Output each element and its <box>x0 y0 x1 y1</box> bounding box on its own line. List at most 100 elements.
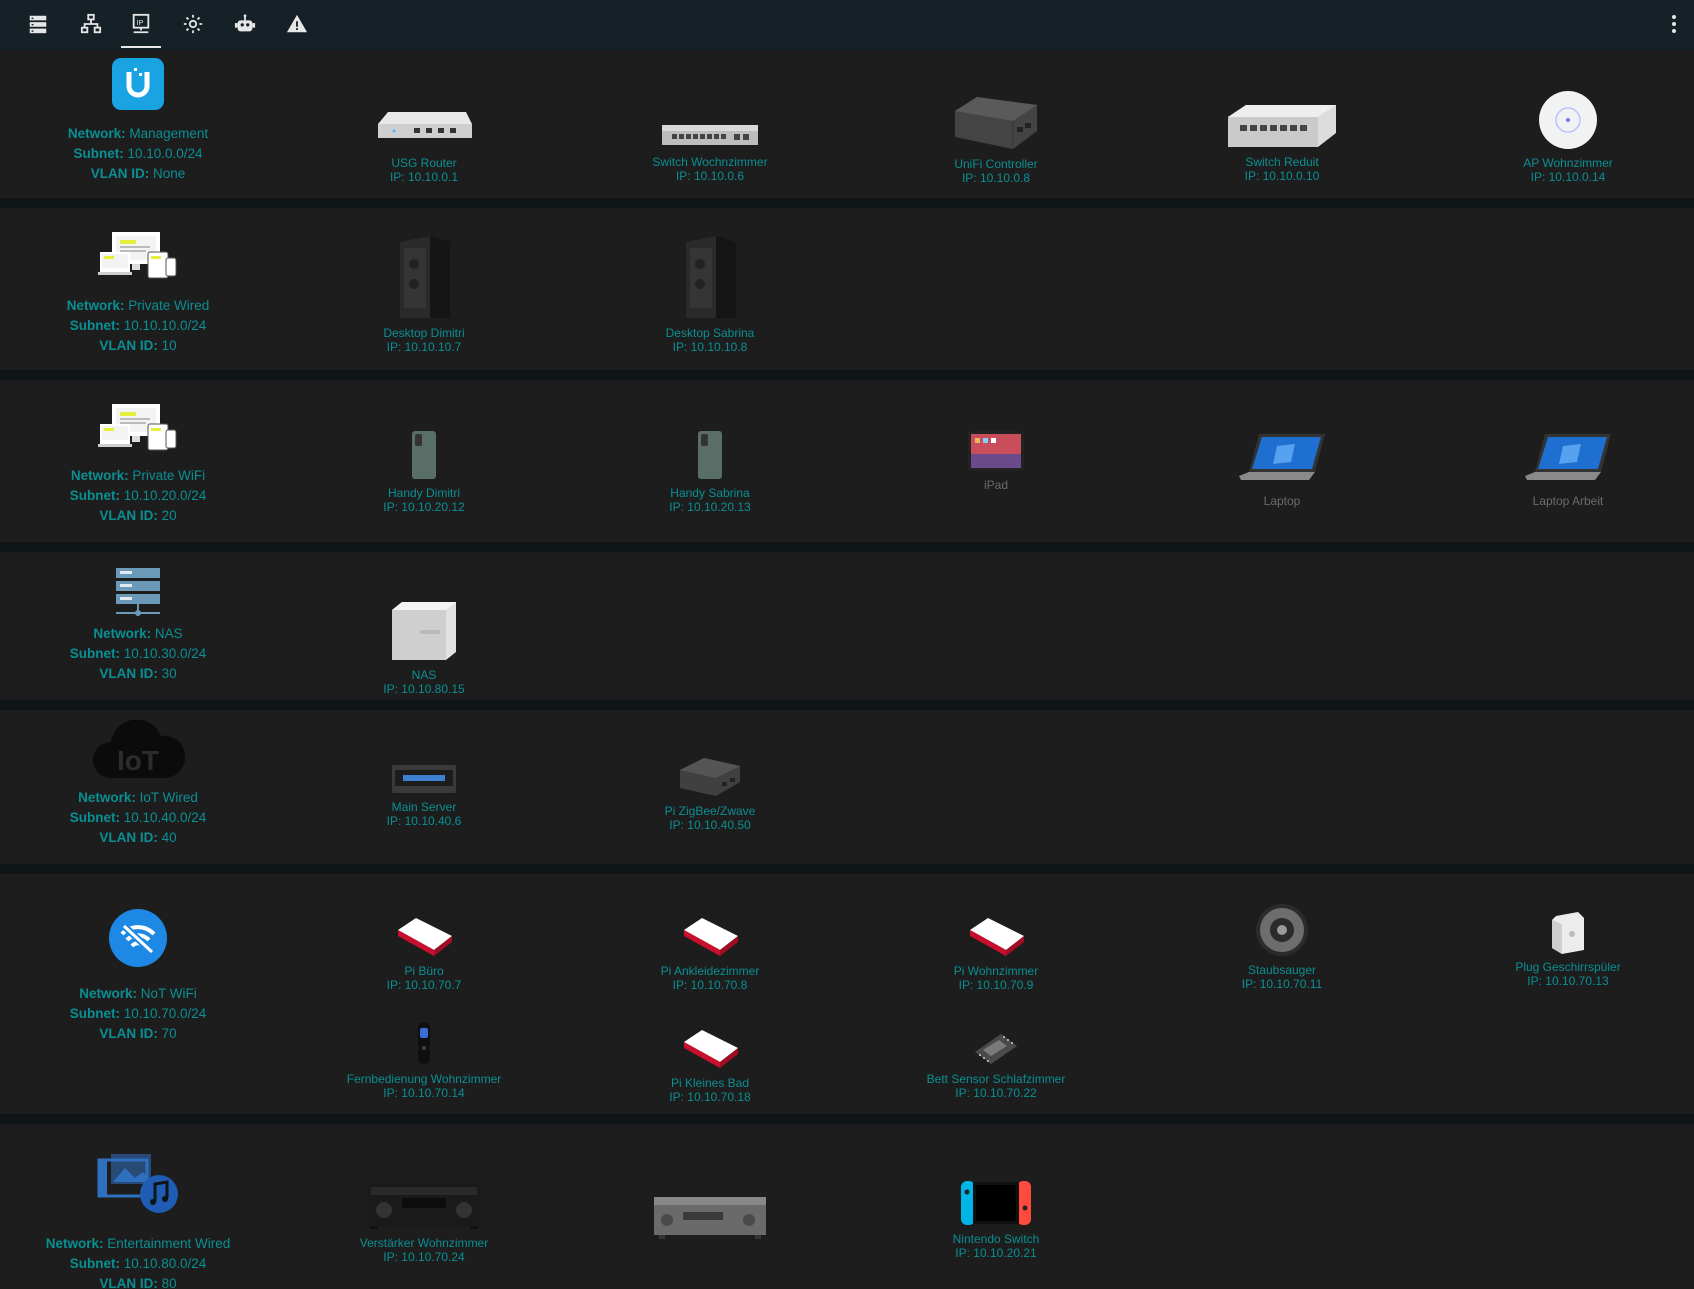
network-name: NAS <box>154 626 183 641</box>
device-ap-wohnzimmer[interactable]: AP Wohnzimmer IP: 10.10.0.14 <box>1425 66 1694 184</box>
device-ip: IP: 10.10.0.14 <box>1530 170 1606 184</box>
network-vlan: None <box>152 166 186 181</box>
device-fernbedienung-wohnzimmer[interactable]: Fernbedienung Wohnzimmer IP: 10.10.70.14 <box>281 1014 567 1100</box>
warning-icon[interactable] <box>277 8 317 40</box>
controller-box-icon <box>853 72 1139 151</box>
device-ip: IP: 10.10.40.50 <box>669 818 751 832</box>
network-row-management: Network: Management Subnet: 10.10.0.0/24… <box>0 50 1694 198</box>
device-ip: IP: 10.10.40.6 <box>386 814 462 828</box>
network-vlan: 70 <box>161 1026 177 1041</box>
network-subnet: 10.10.0.0/24 <box>127 146 203 161</box>
network-info: Network: Private WiFi Subnet: 10.10.20.0… <box>69 468 207 523</box>
device-pi-zigbee-zwave[interactable]: Pi ZigBee/Zwave IP: 10.10.40.50 <box>567 750 853 832</box>
device-name: Main Server <box>391 800 457 814</box>
device-name: Desktop Sabrina <box>665 326 755 340</box>
device-desktop-dimitri[interactable]: Desktop Dimitri IP: 10.10.10.7 <box>281 230 567 354</box>
device-unifi-controller[interactable]: UniFi Controller IP: 10.10.0.8 <box>853 72 1139 185</box>
device-name: Handy Sabrina <box>670 486 750 500</box>
device-name: Verstärker Wohnzimmer <box>359 1236 489 1250</box>
nas-box-icon <box>281 582 567 662</box>
server-list-icon[interactable] <box>18 8 58 40</box>
device-main-server[interactable]: Main Server IP: 10.10.40.6 <box>281 750 567 828</box>
device-ip: IP: 10.10.70.18 <box>669 1090 751 1104</box>
device-ip: IP: 10.10.10.8 <box>672 340 748 354</box>
device-laptop[interactable]: Laptop <box>1139 422 1425 508</box>
device-ip: IP: 10.10.70.7 <box>386 978 462 992</box>
network-subnet: 10.10.30.0/24 <box>123 646 207 661</box>
device-name: AP Wohnzimmer <box>1523 156 1613 170</box>
device-ip: IP: 10.10.80.15 <box>383 682 465 696</box>
tablet-icon <box>853 430 1139 472</box>
device-ipad[interactable]: iPad <box>853 430 1139 492</box>
device-name: Pi Kleines Bad <box>670 1076 750 1090</box>
device-ip: IP: 10.10.0.1 <box>389 170 459 184</box>
device-pi-buero[interactable]: Pi Büro IP: 10.10.70.7 <box>281 896 567 992</box>
network-row-not-wifi: Network: NoT WiFi Subnet: 10.10.70.0/24 … <box>0 874 1694 1114</box>
network-subnet: 10.10.40.0/24 <box>123 810 207 825</box>
network-vlan: 30 <box>161 666 177 681</box>
device-laptop-arbeit[interactable]: Laptop Arbeit <box>1425 422 1694 508</box>
device-ip: IP: 10.10.0.6 <box>675 169 745 183</box>
device-handy-dimitri[interactable]: Handy Dimitri IP: 10.10.20.12 <box>281 426 567 514</box>
raspberry-pi-case-icon <box>281 896 567 958</box>
network-info: Network: Management Subnet: 10.10.0.0/24… <box>67 126 209 181</box>
media-icon <box>0 1152 276 1214</box>
device-ip: IP: 10.10.70.8 <box>672 978 748 992</box>
settings-gear-icon[interactable] <box>173 8 213 40</box>
device-nintendo-switch[interactable]: Nintendo Switch IP: 10.10.20.21 <box>853 1176 1139 1260</box>
device-pi-wohnzimmer[interactable]: Pi Wohnzimmer IP: 10.10.70.9 <box>853 896 1139 992</box>
device-ip: IP: 10.10.70.24 <box>383 1250 465 1264</box>
smart-plug-icon <box>1425 896 1694 954</box>
network-row-entertainment-wired: Network: Entertainment Wired Subnet: 10.… <box>0 1124 1694 1289</box>
ip-devices-icon[interactable]: IP <box>121 8 161 48</box>
remote-control-icon <box>281 1014 567 1066</box>
device-pi-kleines-bad[interactable]: Pi Kleines Bad IP: 10.10.70.18 <box>567 1014 853 1104</box>
game-console-icon <box>853 1176 1139 1226</box>
desktop-tower-icon <box>567 230 853 320</box>
device-name: Fernbedienung Wohnzimmer <box>346 1072 502 1086</box>
robot-icon[interactable] <box>225 8 265 40</box>
iot-cloud-icon: IoT <box>0 720 276 780</box>
device-name: Plug Geschirrspüler <box>1515 960 1621 974</box>
device-ip: IP: 10.10.20.12 <box>383 500 465 514</box>
device-desktop-sabrina[interactable]: Desktop Sabrina IP: 10.10.10.8 <box>567 230 853 354</box>
more-vertical-icon[interactable] <box>1660 8 1688 40</box>
device-plug-geschirrspueler[interactable]: Plug Geschirrspüler IP: 10.10.70.13 <box>1425 896 1694 988</box>
device-usg-router[interactable]: USG Router IP: 10.10.0.1 <box>281 80 567 184</box>
device-name: Laptop <box>1263 494 1301 508</box>
network-vlan: 40 <box>161 830 177 845</box>
device-name: Pi Büro <box>404 964 444 978</box>
network-info: Network: IoT Wired Subnet: 10.10.40.0/24… <box>69 790 207 845</box>
device-ip: IP: 10.10.0.8 <box>961 171 1031 185</box>
device-ip: IP: 10.10.70.22 <box>955 1086 1037 1100</box>
device-verstaerker-wohnzimmer[interactable]: Verstärker Wohnzimmer IP: 10.10.70.24 <box>281 1178 567 1264</box>
switch-icon <box>567 80 853 149</box>
network-info: Network: Private Wired Subnet: 10.10.10.… <box>66 298 210 353</box>
device-switch-reduit[interactable]: Switch Reduit IP: 10.10.0.10 <box>1139 72 1425 183</box>
device-ip: IP: 10.10.10.7 <box>386 340 462 354</box>
access-point-icon <box>1425 66 1694 150</box>
network-info: Network: NoT WiFi Subnet: 10.10.70.0/24 … <box>69 986 207 1041</box>
device-name: Nintendo Switch <box>952 1232 1040 1246</box>
network-topology-icon[interactable] <box>71 8 111 40</box>
sensor-board-icon <box>853 1018 1139 1066</box>
network-subnet: 10.10.80.0/24 <box>123 1256 207 1271</box>
device-name: Switch Wochnzimmer <box>652 155 768 169</box>
device-handy-sabrina[interactable]: Handy Sabrina IP: 10.10.20.13 <box>567 426 853 514</box>
network-info: Network: NAS Subnet: 10.10.30.0/24 VLAN … <box>69 626 207 681</box>
network-row-iot-wired: IoT Network: IoT Wired Subnet: 10.10.40.… <box>0 710 1694 864</box>
smartphone-icon <box>567 426 853 480</box>
device-pi-ankleidezimmer[interactable]: Pi Ankleidezimmer IP: 10.10.70.8 <box>567 896 853 992</box>
network-vlan: 20 <box>161 508 177 523</box>
network-vlan: 10 <box>161 338 177 353</box>
device-nas[interactable]: NAS IP: 10.10.80.15 <box>281 582 567 696</box>
device-stereo-receiver[interactable] <box>567 1194 853 1246</box>
device-name: Staubsauger <box>1247 963 1317 977</box>
device-switch-wochnzimmer[interactable]: Switch Wochnzimmer IP: 10.10.0.6 <box>567 80 853 183</box>
device-bett-sensor-schlafzimmer[interactable]: Bett Sensor Schlafzimmer IP: 10.10.70.22 <box>853 1018 1139 1100</box>
controller-box-icon <box>567 750 853 798</box>
device-staubsauger[interactable]: Staubsauger IP: 10.10.70.11 <box>1139 890 1425 991</box>
devices-icon <box>0 230 276 280</box>
device-name: Pi Wohnzimmer <box>953 964 1039 978</box>
network-name: Entertainment Wired <box>107 1236 231 1251</box>
